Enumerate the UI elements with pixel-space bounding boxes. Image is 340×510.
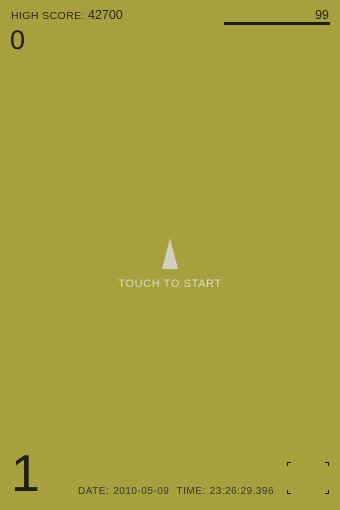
date-value: 2010-05-09 — [113, 486, 170, 497]
high-score-value: 42700 — [88, 8, 123, 22]
date-label: DATE: — [78, 486, 110, 497]
touch-to-start-message[interactable]: TOUCH TO START — [0, 278, 340, 290]
corner-bracket-icon[interactable] — [287, 462, 329, 494]
time-value: 23:26:29.396 — [209, 486, 275, 497]
current-score: 0 — [10, 25, 26, 55]
meter-bar — [224, 22, 330, 25]
time-label: TIME: — [176, 486, 206, 497]
datetime-readout: DATE: 2010-05-09 TIME: 23:26:29.396 — [78, 486, 278, 497]
level-number: 1 — [11, 445, 40, 503]
ship-icon — [161, 238, 179, 270]
high-score-label: HIGH SCORE: — [11, 10, 85, 22]
meter-value: 99 — [315, 8, 329, 22]
game-screen[interactable]: HIGH SCORE: 42700 0 99 TOUCH TO START 1 … — [0, 0, 340, 510]
